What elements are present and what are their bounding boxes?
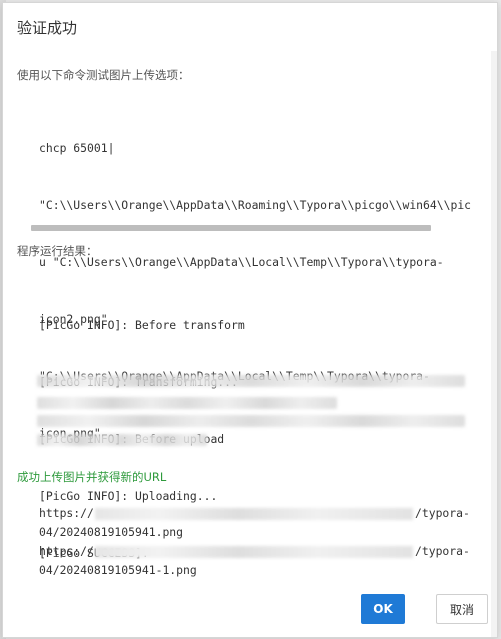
- redacted-text: [37, 375, 465, 387]
- url-continuation: 04/20240819105941.png: [39, 525, 184, 539]
- command-label: 使用以下命令测试图片上传选项：: [17, 68, 190, 82]
- url-prefix: https://: [39, 506, 94, 520]
- verify-success-dialog: 验证成功 使用以下命令测试图片上传选项： chcp 65001| "C:\\Us…: [2, 2, 498, 638]
- redacted-text: [37, 434, 207, 446]
- url-prefix: https://: [39, 544, 94, 558]
- command-line: chcp 65001|: [39, 141, 115, 155]
- result-line: [PicGo INFO]: Before transform: [39, 318, 245, 332]
- ok-button[interactable]: OK: [361, 594, 405, 624]
- vertical-scrollbar[interactable]: [491, 51, 497, 637]
- url-continuation: 04/20240819105941-1.png: [39, 563, 197, 577]
- redacted-text: [37, 397, 337, 409]
- redacted-text: [37, 415, 465, 427]
- horizontal-scrollbar[interactable]: [31, 225, 431, 231]
- redacted-url: [95, 546, 413, 558]
- result-line: [PicGo INFO]: Uploading...: [39, 489, 218, 503]
- url-suffix: /typora-: [415, 544, 470, 558]
- result-label: 程序运行结果：: [17, 244, 98, 258]
- command-line: u "C:\\Users\\Orange\\AppData\\Local\\Te…: [39, 255, 444, 269]
- url-suffix: /typora-: [415, 506, 470, 520]
- redacted-url: [95, 508, 413, 520]
- command-line: "C:\\Users\\Orange\\AppData\\Roaming\\Ty…: [39, 198, 472, 212]
- success-label: 成功上传图片并获得新的URL: [17, 470, 167, 484]
- dialog-title: 验证成功: [17, 19, 78, 37]
- cancel-button[interactable]: 取消: [436, 594, 488, 624]
